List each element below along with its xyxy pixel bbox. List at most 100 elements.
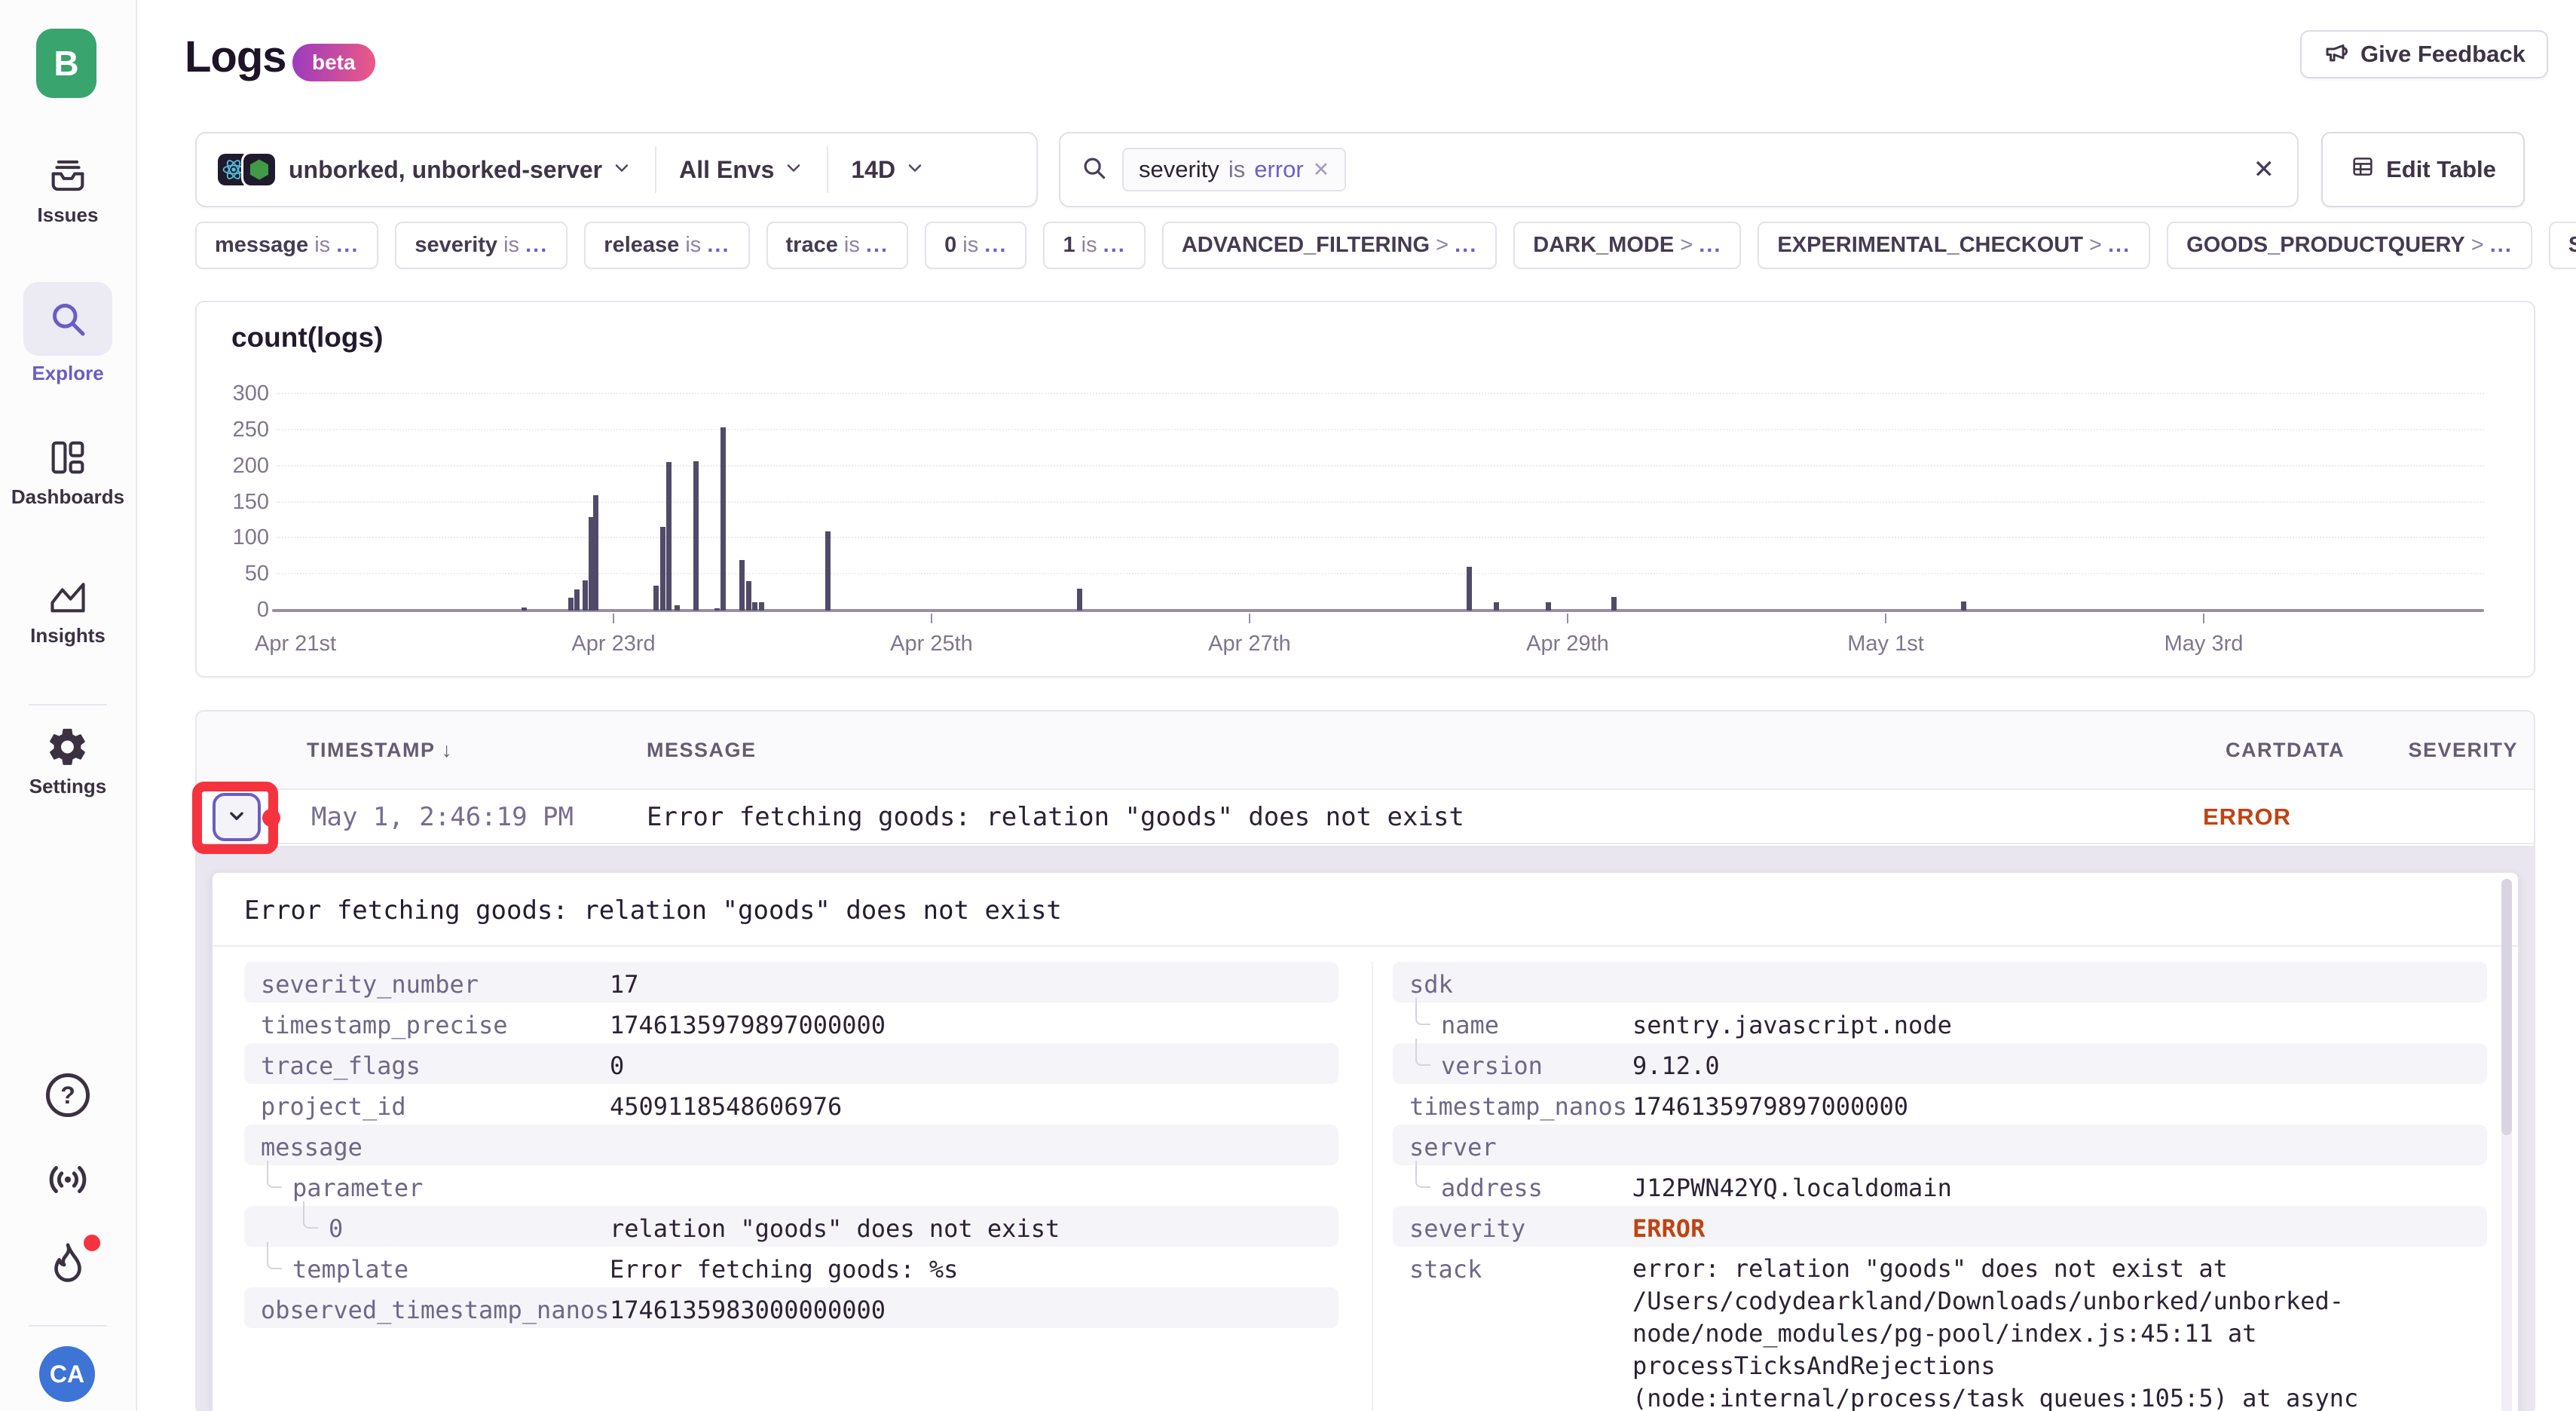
chart-bar [1077, 589, 1082, 611]
tree-connector [267, 1161, 282, 1188]
logs-table-panel: TIMESTAMP ↓ MESSAGE CARTDATA SEVERITY Ma… [195, 710, 2535, 1411]
logs-count-chart-panel: count(logs) 050100150200250300 Apr 21stA… [195, 301, 2535, 678]
gridline [277, 429, 2484, 430]
logs-page: B Issues Explore [0, 0, 2576, 1411]
column-header-timestamp[interactable]: TIMESTAMP ↓ [307, 739, 453, 762]
chart-bar [653, 586, 659, 611]
chart-bar [1467, 567, 1472, 611]
sidebar-item-explore[interactable]: Explore [0, 282, 136, 385]
help-icon: ? [46, 1073, 90, 1117]
sidebar-item-label: Issues [0, 204, 136, 227]
sidebar-item-label: Dashboards [0, 485, 136, 509]
chart-plot-area[interactable]: Apr 21stApr 23rdApr 25thApr 27thApr 29th… [277, 394, 2484, 611]
sidebar-item-issues[interactable]: Issues [0, 154, 136, 227]
nodejs-icon [243, 154, 275, 185]
field-value: 0 [610, 1051, 624, 1080]
give-feedback-button[interactable]: Give Feedback [2300, 30, 2548, 78]
detail-field-observed_timestamp_nanos: observed_timestamp_nanos1746135983000000… [244, 1287, 1338, 1328]
field-key: severity_number [261, 970, 479, 999]
detail-fields-left-column: severity_number17timestamp_precise174613… [244, 962, 1338, 1328]
page-title: Logs [185, 32, 286, 82]
sidebar-item-dashboards[interactable]: Dashboards [0, 436, 136, 509]
tree-connector [303, 1201, 318, 1229]
environment-selector[interactable]: All Envs [679, 156, 804, 184]
field-key: sdk [1409, 970, 1453, 999]
search-token-severity-error[interactable]: severity is error ✕ [1122, 148, 1346, 191]
insights-icon [0, 574, 136, 618]
field-key: template [292, 1255, 408, 1284]
detail-scrollbar[interactable] [2501, 879, 2512, 1411]
filter-chip-trace[interactable]: trace is ... [766, 222, 909, 269]
chart-bar [583, 580, 588, 611]
detail-field-stack: stackerror: relation "goods" does not ex… [1393, 1247, 2487, 1411]
filter-chip-message[interactable]: message is ... [195, 222, 378, 269]
filter-chip-severity[interactable]: severity is ... [395, 222, 568, 269]
help-button[interactable]: ? [0, 1073, 136, 1117]
gridline [277, 393, 2484, 394]
column-header-cartdata[interactable]: CARTDATA [2156, 739, 2345, 762]
filter-chip-GOODS_PRODUCTQUERY[interactable]: GOODS_PRODUCTQUERY > ... [2167, 222, 2532, 269]
filter-chip-release[interactable]: release is ... [584, 222, 749, 269]
gridline [277, 501, 2484, 503]
tree-connector [1415, 1161, 1430, 1188]
dashboards-icon [0, 436, 136, 479]
log-search-input[interactable]: severity is error ✕ ✕ [1059, 132, 2299, 207]
field-key: parameter [292, 1174, 423, 1202]
onboarding-button[interactable] [0, 1239, 136, 1290]
log-row[interactable]: May 1, 2:46:19 PM Error fetching goods: … [197, 790, 2534, 844]
column-header-severity[interactable]: SEVERITY [2375, 739, 2518, 762]
field-value: 4509118548606976 [610, 1092, 842, 1121]
see-full-list-button[interactable]: See full list [2549, 222, 2576, 269]
chart-title: count(logs) [231, 322, 383, 354]
x-tick-label: Apr 29th [1526, 632, 1609, 657]
tree-connector [267, 1242, 282, 1269]
sidebar-item-settings[interactable]: Settings [0, 725, 136, 798]
user-avatar[interactable]: CA [39, 1346, 95, 1402]
sidebar-item-label: Insights [0, 624, 136, 647]
field-value: Error fetching goods: %s [610, 1255, 958, 1284]
gridline [277, 537, 2484, 538]
filter-chip-EXPERIMENTAL_CHECKOUT[interactable]: EXPERIMENTAL_CHECKOUT > ... [1758, 222, 2150, 269]
x-tick-label: Apr 23rd [571, 632, 655, 657]
search-clear-icon[interactable]: ✕ [2253, 155, 2275, 185]
filter-chip-DARK_MODE[interactable]: DARK_MODE > ... [1513, 222, 1741, 269]
filter-chip-0[interactable]: 0 is ... [925, 222, 1026, 269]
filter-chip-ADVANCED_FILTERING[interactable]: ADVANCED_FILTERING > ... [1162, 222, 1497, 269]
project-selector[interactable]: unborked, unborked-server [218, 154, 632, 185]
log-row-expanded-area: Error fetching goods: relation "goods" d… [197, 846, 2534, 1411]
filter-chip-1[interactable]: 1 is ... [1043, 222, 1145, 269]
detail-field-timestamp_nanos: timestamp_nanos1746135979897000000 [1393, 1084, 2487, 1125]
logs-table-header: TIMESTAMP ↓ MESSAGE CARTDATA SEVERITY [197, 712, 2534, 790]
detail-field-project_id: project_id4509118548606976 [244, 1084, 1338, 1125]
collapse-row-button[interactable] [213, 793, 261, 841]
filter-chips-row: message is ... severity is ... release is … [195, 222, 2576, 270]
token-remove-icon[interactable]: ✕ [1313, 158, 1330, 182]
field-key: severity [1409, 1214, 1525, 1243]
whats-new-button[interactable] [0, 1156, 136, 1203]
field-key: version [1441, 1051, 1543, 1080]
field-key: server [1409, 1133, 1497, 1162]
org-logo-letter: B [54, 43, 78, 84]
field-value: 1746135979897000000 [610, 1011, 886, 1039]
explore-active-tile [23, 282, 112, 356]
x-tick-label: May 3rd [2165, 632, 2244, 657]
detail-field-name: namesentry.javascript.node [1393, 1002, 2487, 1043]
environment-selector-label: All Envs [679, 156, 774, 184]
chevron-down-icon [783, 158, 804, 182]
token-key: severity [1139, 156, 1219, 183]
column-header-message[interactable]: MESSAGE [647, 739, 757, 762]
chart-bar [720, 427, 726, 611]
date-range-selector[interactable]: 14D [851, 156, 925, 184]
table-icon [2350, 154, 2376, 185]
detail-field-parameter: parameter [244, 1165, 1338, 1206]
field-value: ERROR [1632, 1214, 1705, 1243]
detail-field-severity_number: severity_number17 [244, 962, 1338, 1002]
detail-field-server: server [1393, 1125, 2487, 1165]
edit-table-button[interactable]: Edit Table [2321, 132, 2525, 207]
y-tick-label: 200 [197, 454, 269, 479]
page-filter-bar: unborked, unborked-server All Envs 14D [195, 132, 1038, 207]
sidebar-item-insights[interactable]: Insights [0, 574, 136, 647]
org-logo[interactable]: B [36, 29, 96, 98]
chart-bar [746, 581, 751, 611]
y-tick-label: 0 [197, 598, 269, 623]
